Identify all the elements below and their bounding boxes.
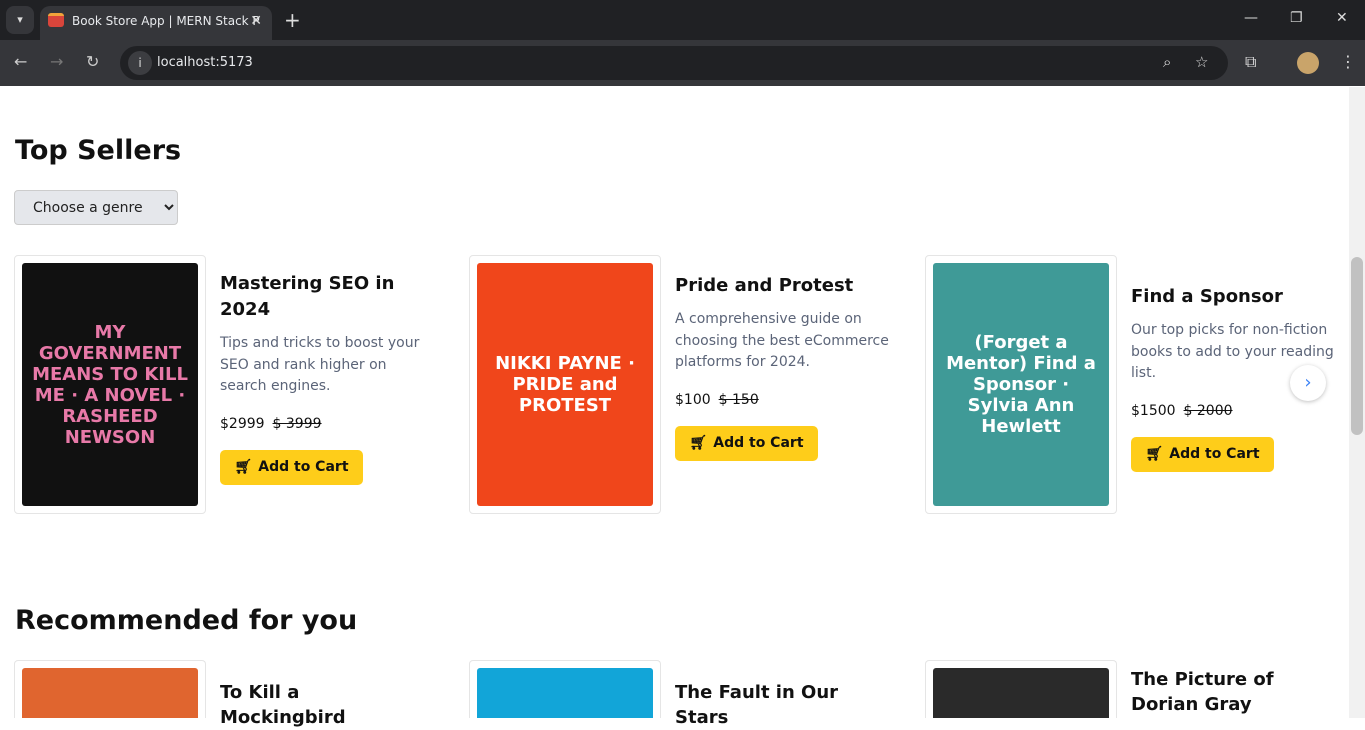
browser-tab[interactable]: Book Store App | MERN Stack P ✕ xyxy=(40,6,272,40)
add-to-cart-button[interactable]: 🛒︎ Add to Cart xyxy=(1131,436,1274,472)
book-price: $2999 $ 3999 xyxy=(220,416,435,432)
book-price: $1500 $ 2000 xyxy=(1131,403,1346,419)
url-text[interactable]: localhost:5173 xyxy=(157,55,253,70)
browser-tabstrip: ▾ Book Store App | MERN Stack P ✕ + — ❐ … xyxy=(0,0,1365,40)
new-price: $100 xyxy=(675,391,711,408)
zoom-icon[interactable]: ⌕ xyxy=(1163,53,1171,71)
back-button[interactable]: ← xyxy=(14,52,27,71)
book-title[interactable]: Find a Sponsor xyxy=(1131,284,1346,310)
book-cover[interactable]: NIKKI PAYNE · PRIDE and PROTEST xyxy=(469,255,661,514)
old-price: $ 2000 xyxy=(1183,402,1233,419)
reload-button[interactable]: ↻ xyxy=(86,52,99,71)
book-favicon-icon xyxy=(48,13,64,27)
top-sellers-heading: Top Sellers xyxy=(15,135,182,166)
new-price: $1500 xyxy=(1131,402,1176,419)
book-cover[interactable] xyxy=(925,660,1117,718)
old-price: $ 3999 xyxy=(272,415,322,432)
minimize-button[interactable]: — xyxy=(1244,10,1258,26)
book-title[interactable]: The Fault in Our Stars xyxy=(675,680,885,730)
new-tab-button[interactable]: + xyxy=(284,8,301,32)
book-price: $100 $ 150 xyxy=(675,392,890,408)
page-content: Top Sellers Choose a genre MY GOVERNMENT… xyxy=(0,87,1349,728)
tab-title: Book Store App | MERN Stack P xyxy=(72,14,260,28)
close-tab-icon[interactable]: ✕ xyxy=(250,6,262,36)
scrollbar[interactable] xyxy=(1349,87,1365,718)
book-description: A comprehensive guide on choosing the be… xyxy=(675,311,889,370)
carousel-next-button[interactable]: › xyxy=(1290,365,1326,401)
close-window-button[interactable]: ✕ xyxy=(1336,10,1348,26)
extensions-icon[interactable]: ⧉ xyxy=(1245,52,1256,72)
book-description: Tips and tricks to boost your SEO and ra… xyxy=(220,335,420,394)
book-title[interactable]: Mastering SEO in 2024 xyxy=(220,271,435,323)
cart-icon: 🛒︎ xyxy=(1145,446,1164,462)
address-bar[interactable]: i localhost:5173 ⌕ ☆ xyxy=(120,46,1228,80)
book-cover[interactable]: MY GOVERNMENT MEANS TO KILL ME · A NOVEL… xyxy=(14,255,206,514)
recommended-heading: Recommended for you xyxy=(15,605,358,636)
genre-select[interactable]: Choose a genre xyxy=(14,190,178,225)
add-to-cart-button[interactable]: 🛒︎ Add to Cart xyxy=(675,425,818,461)
new-price: $2999 xyxy=(220,415,265,432)
menu-icon[interactable]: ⋮ xyxy=(1340,52,1356,71)
book-cover[interactable]: (Forget a Mentor) Find a Sponsor · Sylvi… xyxy=(925,255,1117,514)
bookmark-star-icon[interactable]: ☆ xyxy=(1195,53,1208,71)
cart-icon: 🛒︎ xyxy=(234,459,253,475)
book-title[interactable]: Pride and Protest xyxy=(675,273,890,299)
book-cover[interactable] xyxy=(469,660,661,718)
maximize-button[interactable]: ❐ xyxy=(1290,10,1303,26)
scrollbar-thumb[interactable] xyxy=(1351,257,1363,435)
profile-avatar[interactable] xyxy=(1297,52,1319,74)
forward-button[interactable]: → xyxy=(50,52,63,71)
old-price: $ 150 xyxy=(718,391,759,408)
book-title[interactable]: To Kill a Mockingbird xyxy=(220,680,430,730)
add-to-cart-button[interactable]: 🛒︎ Add to Cart xyxy=(220,449,363,485)
tab-search-button[interactable]: ▾ xyxy=(6,6,34,34)
book-title[interactable]: The Picture of Dorian Gray xyxy=(1131,667,1341,717)
book-cover[interactable] xyxy=(14,660,206,718)
cart-icon: 🛒︎ xyxy=(689,435,708,451)
site-info-icon[interactable]: i xyxy=(128,51,152,75)
